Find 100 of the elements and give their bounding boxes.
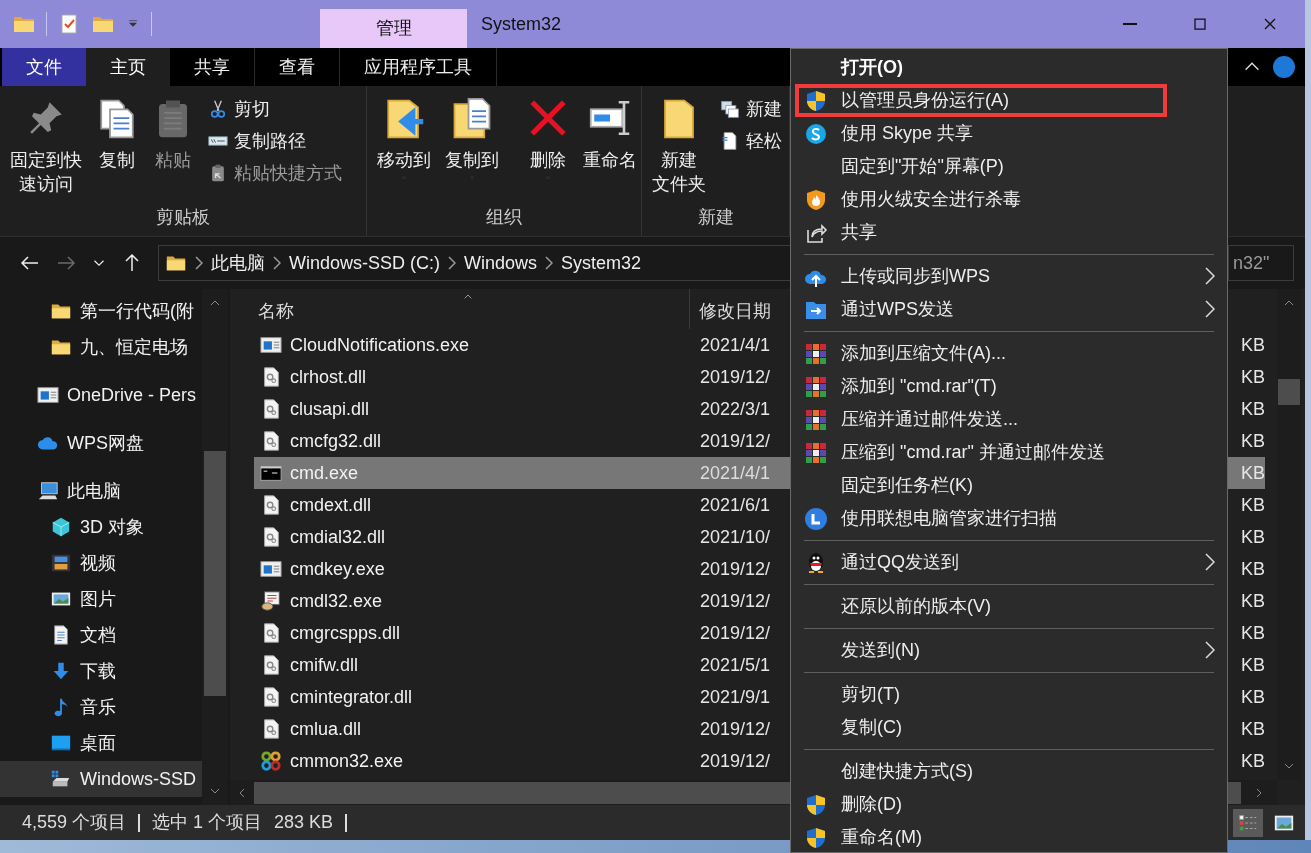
menu-item[interactable]: 重命名(M) xyxy=(791,821,1227,852)
search-field[interactable]: n32" xyxy=(1228,245,1294,281)
tree-item[interactable]: 图片 xyxy=(0,581,202,617)
date-cell-text: 2019/12/ xyxy=(699,621,772,645)
column-header[interactable]: 名称 xyxy=(254,289,690,329)
file-row[interactable]: cmgrcspps.dll 2019/12/ xyxy=(254,617,790,649)
breadcrumb[interactable]: 此电脑 xyxy=(211,249,265,277)
size-cell: KB xyxy=(1228,457,1265,489)
ribbon-button[interactable]: 剪切 xyxy=(208,96,342,122)
ribbon-tab[interactable]: 主页 xyxy=(86,48,170,86)
size-cell-text: KB xyxy=(1240,333,1265,357)
scrollbar-thumb[interactable] xyxy=(204,451,226,696)
tree-item[interactable]: 视频 xyxy=(0,545,202,581)
file-row[interactable]: clusapi.dll 2022/3/1 xyxy=(254,393,790,425)
tree-item[interactable]: OneDrive - Pers xyxy=(0,377,202,413)
tree-item[interactable]: 音乐 xyxy=(0,689,202,725)
menu-item[interactable]: 添加到压缩文件(A)... xyxy=(791,337,1227,370)
chevron-icon xyxy=(273,256,281,270)
ribbon-button[interactable]: 新建 文件夹 xyxy=(648,96,710,196)
menu-item[interactable]: 复制(C) xyxy=(791,711,1227,744)
file-row[interactable]: cmcfg32.dll 2019/12/ xyxy=(254,425,790,457)
loops-icon xyxy=(260,750,282,772)
file-name: clusapi.dll xyxy=(290,397,370,421)
ribbon-button[interactable]: 新建 xyxy=(720,96,782,122)
file-row[interactable]: cmdext.dll 2021/6/1 xyxy=(254,489,790,521)
file-row[interactable]: clrhost.dll 2019/12/ xyxy=(254,361,790,393)
menu-item[interactable]: 发送到(N) xyxy=(791,634,1227,667)
menu-item[interactable]: 压缩到 "cmd.rar" 并通过邮件发送 xyxy=(791,436,1227,469)
size-cell-text: KB xyxy=(1240,525,1265,549)
menu-item[interactable]: 使用 Skype 共享 xyxy=(791,117,1227,150)
context-tab[interactable]: 管理 xyxy=(320,9,467,48)
tree-item[interactable]: 九、恒定电场 xyxy=(0,329,202,365)
tree-item[interactable]: 3D 对象 xyxy=(0,509,202,545)
file-row[interactable]: cmifw.dll 2021/5/1 xyxy=(254,649,790,681)
menu-item[interactable]: 还原以前的版本(V) xyxy=(791,590,1227,623)
file-row[interactable]: cmmon32.exe 2019/12/ xyxy=(254,745,790,777)
ribbon-button[interactable]: 复制路径 xyxy=(208,128,342,154)
date-cell-text: 2021/5/1 xyxy=(699,653,772,677)
column-header[interactable]: 修改日期 xyxy=(690,289,771,329)
view-button[interactable] xyxy=(1233,808,1263,837)
help-icon[interactable] xyxy=(1273,56,1295,78)
tree-item[interactable]: Windows-SSD xyxy=(0,761,202,797)
status-text: 283 KB xyxy=(274,811,334,834)
scissors-icon xyxy=(208,99,228,119)
menu-item[interactable]: 固定到"开始"屏幕(P) xyxy=(791,150,1227,183)
ribbon-button[interactable]: 复制 xyxy=(92,96,142,172)
ribbon-button[interactable]: 复制到 xyxy=(441,96,503,182)
file-tab[interactable]: 文件 xyxy=(2,48,86,86)
tree-item[interactable]: 文档 xyxy=(0,617,202,653)
size-cell-text: KB xyxy=(1240,653,1265,677)
menu-item[interactable]: 打开(O) xyxy=(791,51,1227,84)
menu-item[interactable]: 创建快捷方式(S) xyxy=(791,755,1227,788)
size-cell-text: KB xyxy=(1240,621,1265,645)
ribbon-button[interactable]: 轻松 xyxy=(720,128,782,154)
menu-item[interactable]: 添加到 "cmd.rar"(T) xyxy=(791,370,1227,403)
chevron-icon xyxy=(448,256,456,270)
breadcrumb[interactable]: Windows xyxy=(464,249,538,277)
menu-item[interactable]: 剪切(T) xyxy=(791,678,1227,711)
film-icon xyxy=(50,552,72,574)
tree-item[interactable]: WPS网盘 xyxy=(0,425,202,461)
file-row[interactable]: cmlua.dll 2019/12/ xyxy=(254,713,790,745)
breadcrumb[interactable]: Windows-SSD (C:) xyxy=(289,249,440,277)
tree-item[interactable]: 桌面 xyxy=(0,725,202,761)
menu-item[interactable]: 使用火绒安全进行杀毒 xyxy=(791,183,1227,216)
menu-item[interactable]: 通过QQ发送到 xyxy=(791,546,1227,579)
file-name: cmgrcspps.dll xyxy=(290,621,401,645)
window-icon xyxy=(37,384,59,406)
chevron-icon xyxy=(195,256,203,270)
file-row[interactable]: cmdl32.exe 2019/12/ xyxy=(254,585,790,617)
scrollbar-thumb[interactable] xyxy=(1278,379,1300,405)
window-icon xyxy=(260,334,282,356)
date-cell-text: 2021/4/1 xyxy=(699,333,772,357)
file-row[interactable]: CloudNotifications.exe 2021/4/1 xyxy=(254,329,790,361)
ribbon-button[interactable]: 删除 xyxy=(523,96,573,182)
menu-item[interactable]: 固定到任务栏(K) xyxy=(791,469,1227,502)
file-row[interactable]: cmd.exe 2021/4/1 xyxy=(254,457,790,489)
scrollbar[interactable] xyxy=(202,289,228,805)
ribbon-button[interactable]: 重命名 xyxy=(579,96,641,172)
menu-item[interactable]: 删除(D) xyxy=(791,788,1227,821)
breadcrumb[interactable]: System32 xyxy=(561,249,642,277)
submenu-chevron-icon xyxy=(1205,299,1215,319)
file-row[interactable]: cmdkey.exe 2019/12/ xyxy=(254,553,790,585)
circle-l-icon xyxy=(804,506,828,531)
file-row[interactable]: cmintegrator.dll 2021/9/1 xyxy=(254,681,790,713)
tree-item[interactable]: 第一行代码(附 xyxy=(0,293,202,329)
status-text: 选中 1 个项目 xyxy=(152,811,263,834)
size-cell-text: KB xyxy=(1240,557,1265,581)
ribbon-button[interactable]: 移动到 xyxy=(373,96,435,182)
tree-item[interactable]: 下载 xyxy=(0,653,202,689)
menu-item[interactable]: 以管理员身份运行(A) xyxy=(791,84,1227,117)
flame-shield-icon xyxy=(804,187,828,212)
submenu-chevron-icon xyxy=(1205,266,1215,286)
ribbon-button[interactable]: 固定到快 速访问 xyxy=(6,96,86,196)
menu-item[interactable]: 通过WPS发送 xyxy=(791,293,1227,326)
menu-item[interactable]: 压缩并通过邮件发送... xyxy=(791,403,1227,436)
file-row[interactable]: cmdial32.dll 2021/10/ xyxy=(254,521,790,553)
file-name: CloudNotifications.exe xyxy=(290,333,470,357)
folder-pages-icon xyxy=(451,96,493,140)
tree-item[interactable]: 此电脑 xyxy=(0,473,202,509)
menu-item[interactable]: 使用联想电脑管家进行扫描 xyxy=(791,502,1227,535)
